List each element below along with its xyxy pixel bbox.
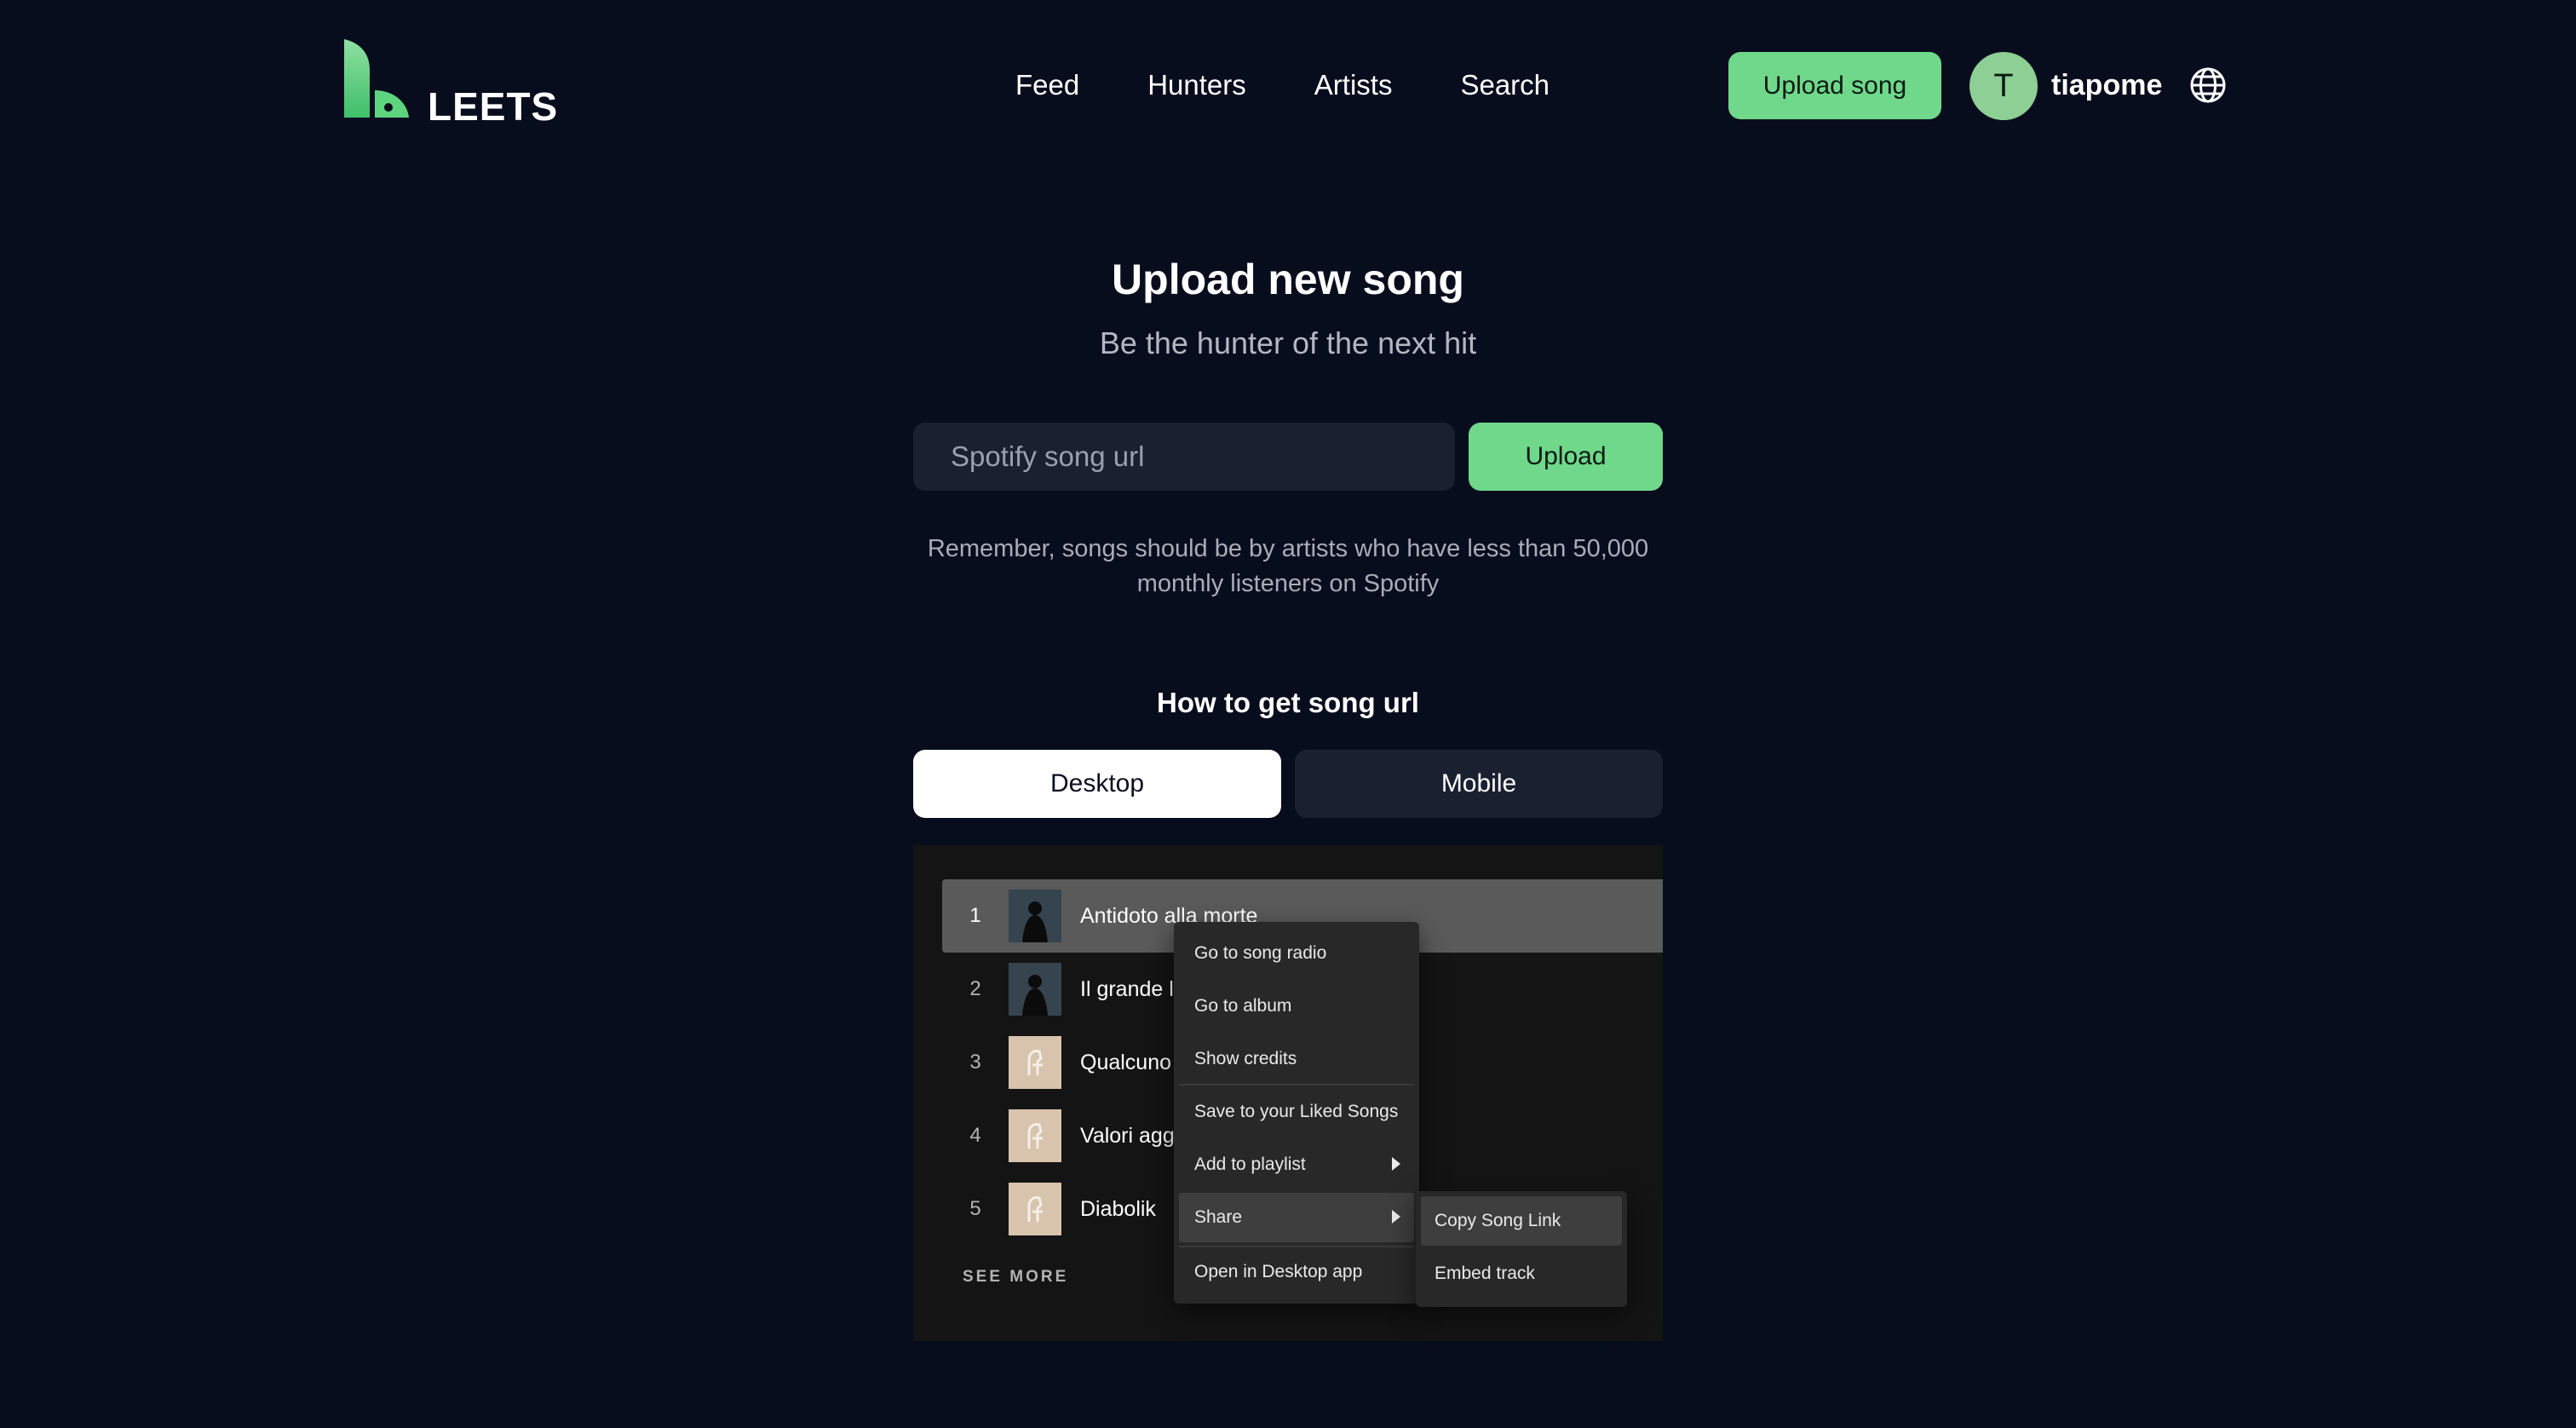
menu-item-embed-track: Embed track [1435, 1264, 1535, 1283]
menu-item-share: Share [1179, 1193, 1414, 1242]
album-cover [1009, 1109, 1061, 1162]
album-cover [1009, 1036, 1061, 1089]
menu-item-go-to-album: Go to album [1194, 996, 1292, 1016]
globe-icon[interactable] [2189, 66, 2227, 104]
avatar[interactable]: T [1969, 52, 2038, 120]
caret-right-icon [1392, 1157, 1400, 1171]
track-number: 2 [969, 977, 981, 1000]
nav-item-artists[interactable]: Artists [1314, 65, 1393, 106]
menu-item-song-radio: Go to song radio [1194, 943, 1327, 963]
page-subtitle: Be the hunter of the next hit [1099, 325, 1477, 360]
leets-logo-icon [344, 39, 409, 118]
album-cover [1009, 1183, 1061, 1235]
tab-mobile[interactable]: Mobile [1295, 750, 1663, 818]
track-number: 4 [969, 1124, 981, 1147]
spotify-share-submenu: Copy Song Link Embed track [1416, 1191, 1627, 1307]
spotify-url-input[interactable] [913, 423, 1455, 491]
menu-item-save-liked: Save to your Liked Songs [1194, 1102, 1399, 1121]
track-title: Valori agg [1080, 1123, 1175, 1148]
menu-item-copy-song-link: Copy Song Link [1421, 1196, 1622, 1246]
track-number: 5 [969, 1197, 981, 1220]
leets-logo[interactable]: LEETS [344, 39, 557, 129]
tab-desktop[interactable]: Desktop [913, 750, 1281, 818]
menu-item-label: Add to playlist [1194, 1154, 1306, 1174]
menu-divider [1179, 1084, 1414, 1085]
upload-button[interactable]: Upload [1469, 423, 1663, 491]
album-cover [1009, 963, 1061, 1016]
menu-item-show-credits: Show credits [1194, 1049, 1297, 1068]
main-nav: Feed Hunters Artists Search [1015, 65, 1550, 106]
see-more-label: SEE MORE [963, 1268, 1069, 1286]
menu-item-add-to-playlist: Add to playlist [1179, 1140, 1414, 1189]
caret-right-icon [1392, 1210, 1400, 1224]
nav-item-feed[interactable]: Feed [1015, 65, 1079, 106]
page-title: Upload new song [1112, 256, 1464, 303]
spotify-context-menu: Go to song radio Go to album Show credit… [1174, 922, 1419, 1304]
album-cover [1009, 890, 1061, 942]
menu-item-open-desktop: Open in Desktop app [1194, 1262, 1363, 1281]
logo-text: LEETS [428, 84, 559, 129]
upload-song-button[interactable]: Upload song [1728, 52, 1941, 119]
howto-title: How to get song url [1157, 687, 1419, 718]
nav-item-hunters[interactable]: Hunters [1147, 65, 1246, 106]
track-title: Qualcuno [1080, 1050, 1172, 1074]
username[interactable]: tiapome [2051, 65, 2162, 106]
track-title: Diabolik [1080, 1196, 1156, 1221]
listener-limit-hint: Remember, songs should be by artists who… [927, 535, 1649, 597]
track-number: 1 [969, 904, 981, 927]
track-number: 3 [969, 1051, 981, 1074]
page: LEETS Feed Hunters Artists Search Upload… [0, 0, 2576, 1428]
track-title: Il grande l [1080, 976, 1174, 1001]
nav-item-search[interactable]: Search [1460, 65, 1550, 106]
menu-item-label: Share [1194, 1207, 1243, 1227]
